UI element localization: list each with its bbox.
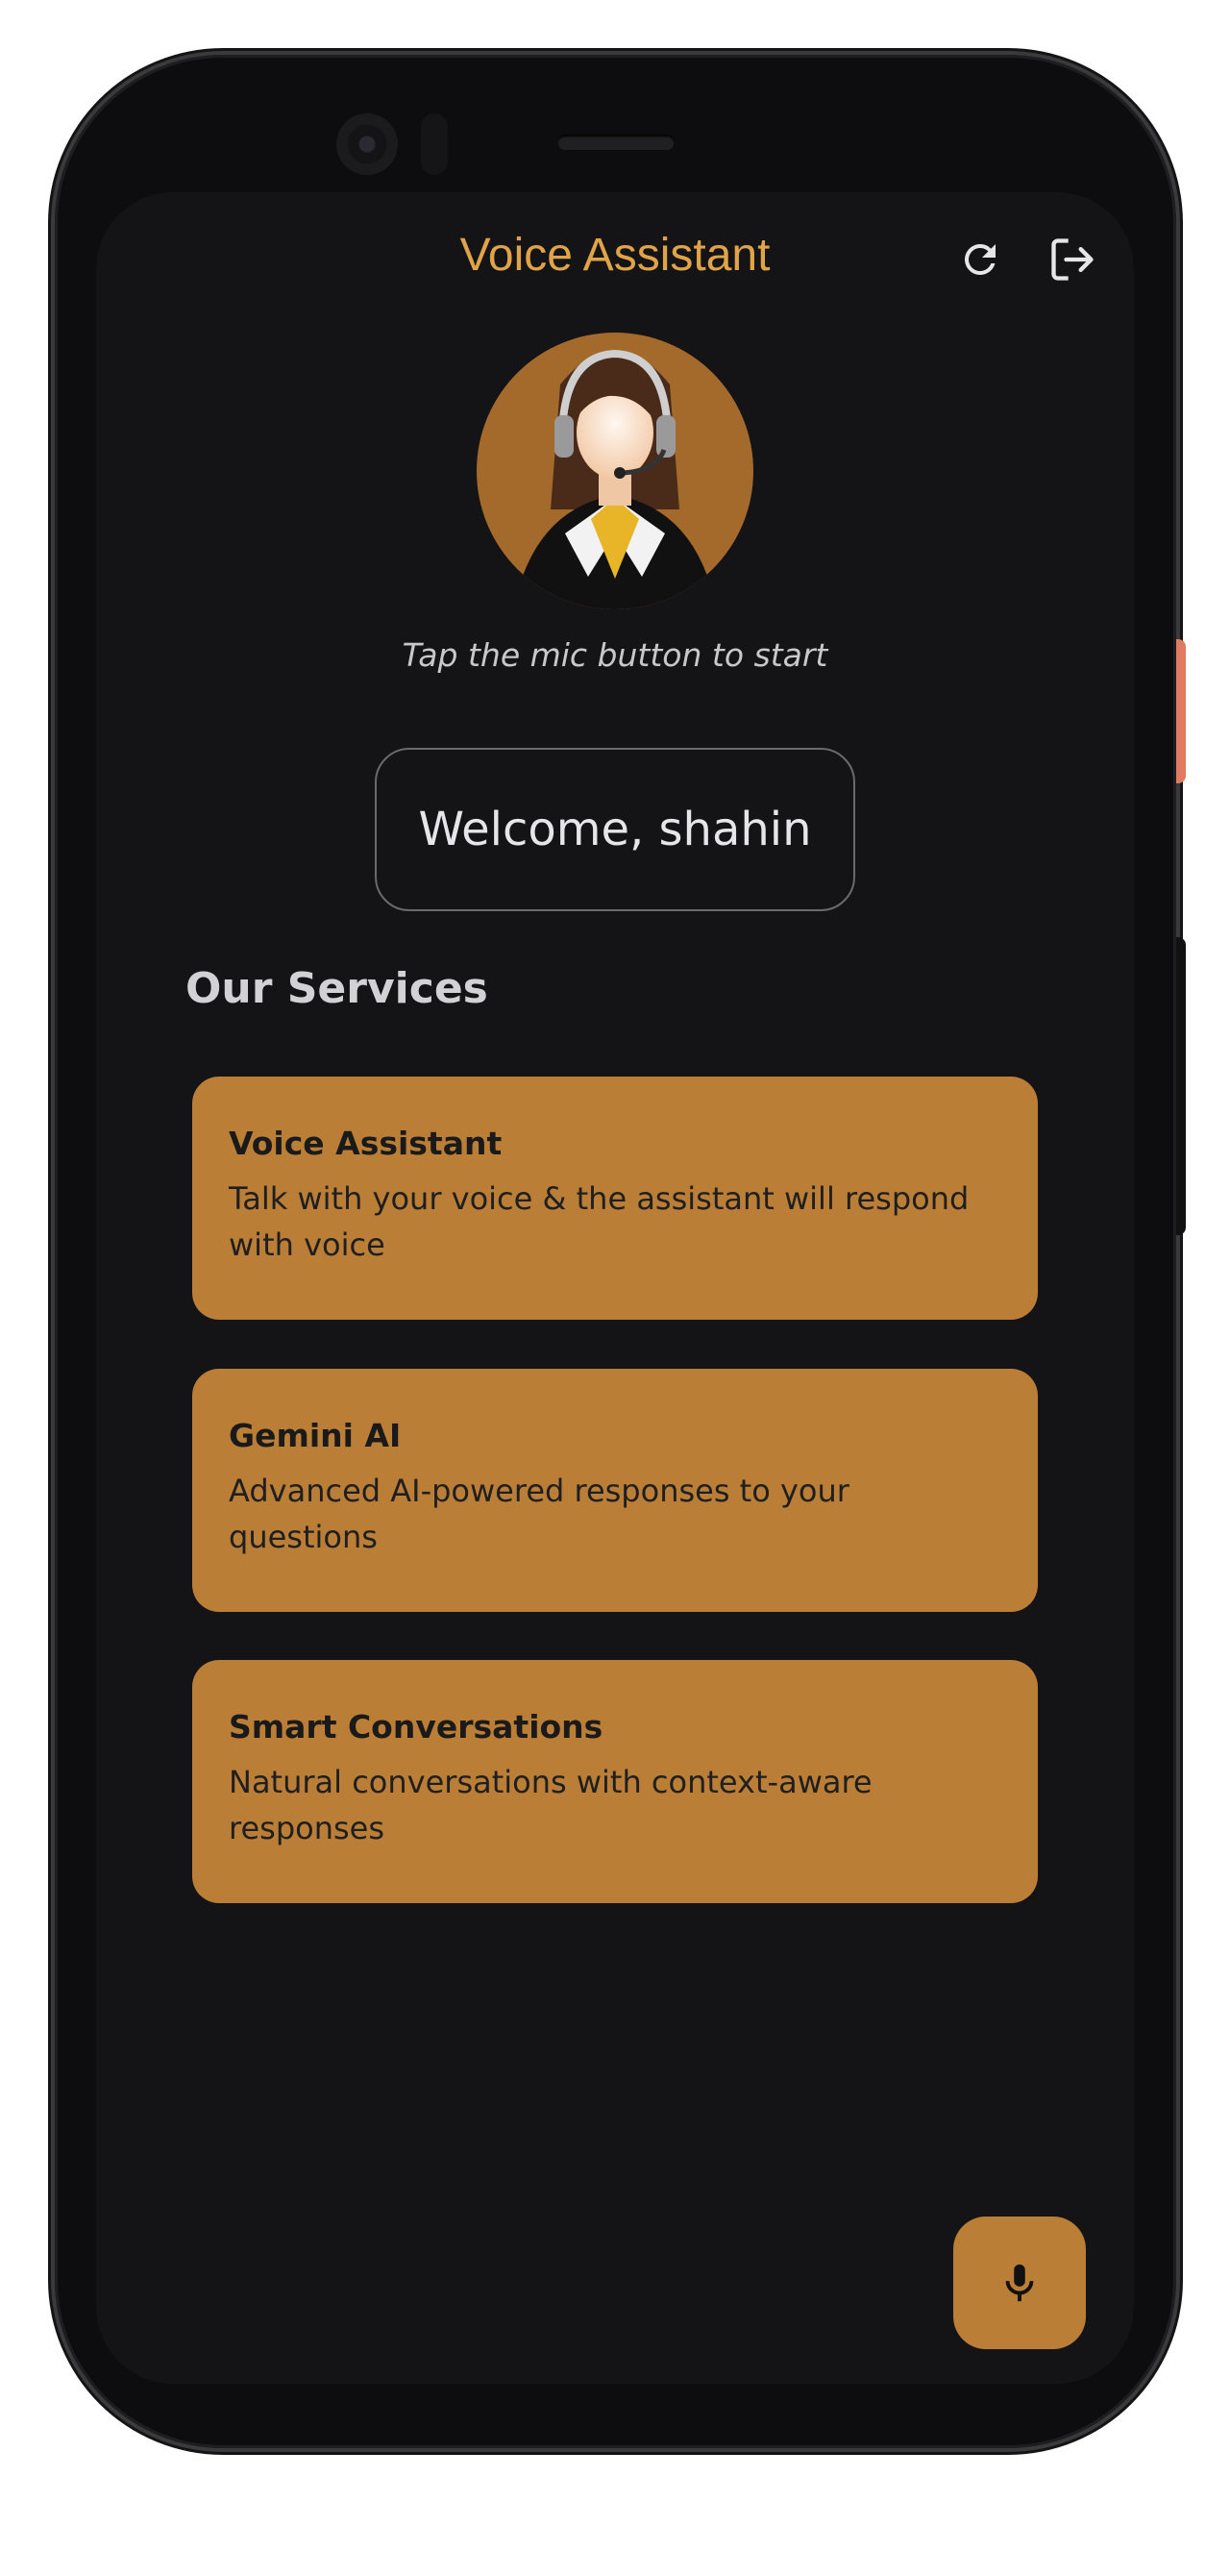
front-camera (336, 113, 398, 175)
logout-icon (1051, 238, 1094, 281)
mic-button[interactable] (953, 2217, 1086, 2349)
earpiece-speaker (557, 135, 675, 150)
service-card-description: Talk with your voice & the assistant wil… (229, 1180, 970, 1263)
service-card-voice-assistant[interactable]: Voice Assistant Talk with your voice & t… (192, 1077, 1038, 1320)
microphone-icon (1005, 2264, 1034, 2302)
refresh-icon (965, 244, 996, 275)
service-card-title: Smart Conversations (229, 1708, 603, 1746)
avatar-caption: Tap the mic button to start (402, 636, 828, 674)
service-card-description: Natural conversations with context-aware… (229, 1764, 873, 1846)
assistant-avatar (474, 327, 756, 609)
service-card-title: Voice Assistant (229, 1125, 503, 1162)
service-card-description: Advanced AI-powered responses to your qu… (229, 1473, 849, 1555)
operator-avatar-icon (477, 333, 753, 609)
welcome-box: Welcome, shahin (375, 748, 855, 911)
volume-button (1176, 937, 1186, 1235)
services-heading: Our Services (185, 964, 488, 1013)
welcome-text: Welcome, shahin (418, 803, 812, 856)
service-card-smart-conversations[interactable]: Smart Conversations Natural conversation… (192, 1660, 1038, 1903)
refresh-button[interactable] (953, 233, 1007, 286)
power-button (1176, 639, 1186, 783)
service-card-gemini-ai[interactable]: Gemini AI Advanced AI-powered responses … (192, 1369, 1038, 1612)
proximity-sensor (421, 113, 448, 175)
logout-button[interactable] (1046, 233, 1099, 286)
service-card-title: Gemini AI (229, 1417, 402, 1454)
app-screen: Voice Assistant Tap the mic button to st… (96, 192, 1134, 2384)
